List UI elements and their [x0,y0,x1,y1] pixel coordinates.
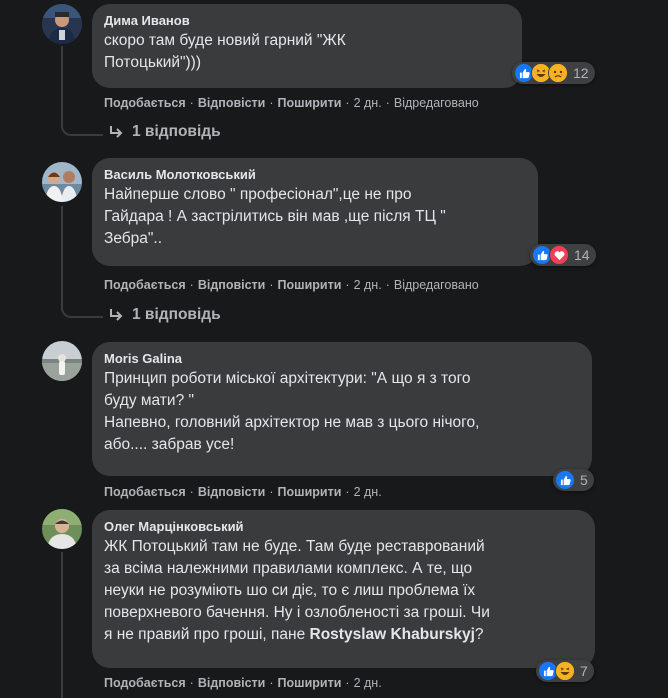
comment-bubble: Олег Марцінковський ЖК Потоцький там не … [92,510,595,668]
thread-elbow [61,304,103,318]
comment-author[interactable]: Василь Молотковський [104,166,526,183]
reply-arrow-icon [110,309,123,321]
comment-line: Принцип роботи міської архітектури: "А щ… [104,370,471,387]
comment-actions: Подобається · Відповісти · Поширити · 2 дн. [104,485,382,499]
reactions-summary[interactable]: 7 [536,660,594,682]
edited-label: Відредаговано [393,278,479,292]
thread-line [61,206,63,304]
comment-bubble: Moris Galina Принцип роботи міської архі… [92,342,592,476]
avatar[interactable] [42,162,82,202]
comment-text: Найперше слово " професіонал",це не про … [104,184,526,250]
comment-line: або.... забрав усе! [104,436,235,453]
comment-actions: Подобається · Відповісти · Поширити · 2 дн. · Ві… [104,96,479,110]
love-reaction-icon [549,245,569,265]
comment-bubble: Дима Иванов скоро там буде новий гарний … [92,4,522,88]
timestamp[interactable]: 2 дн. [354,96,382,110]
comment-text: Принцип роботи міської архітектури: "А щ… [104,368,580,456]
share-link[interactable]: Поширити [278,676,342,690]
replies-count-label: 1 відповідь [132,306,221,323]
comment-line: скоро там буде новий гарний "ЖК [104,32,346,49]
like-reaction-icon [555,470,575,490]
comment-line: буду мати? " [104,392,194,409]
sad-reaction-icon [548,63,568,83]
comment-author[interactable]: Олег Марцінковський [104,518,583,535]
reactions-summary[interactable]: 14 [530,244,596,266]
timestamp[interactable]: 2 дн. [354,485,382,499]
avatar[interactable] [42,4,82,44]
like-link[interactable]: Подобається [104,485,186,499]
comment-line: Найперше слово " професіонал",це не про [104,186,412,203]
comment-author[interactable]: Дима Иванов [104,12,510,29]
timestamp[interactable]: 2 дн. [354,676,382,690]
comment-line: за всіма належними правилами комплекс. А… [104,560,473,577]
comment-line: неуки не розуміють шо си діє, то є лиш п… [104,582,476,599]
reaction-count: 5 [580,472,588,488]
avatar[interactable] [42,341,82,381]
view-replies-button[interactable]: 1 відповідь [108,306,221,324]
comment-line: Зебра".. [104,230,163,247]
comment-actions: Подобається · Відповісти · Поширити · 2 дн. · Ві… [104,278,479,292]
edited-label: Відредаговано [393,96,479,110]
avatar[interactable] [42,509,82,549]
reply-link[interactable]: Відповісти [198,676,266,690]
comment-text: ЖК Потоцький там не буде. Там буде реста… [104,536,583,646]
comment-line: я не правий про гроші, пане Rostyslaw Kh… [104,624,583,646]
comment-actions: Подобається · Відповісти · Поширити · 2 дн. [104,676,382,690]
thread-line [61,552,63,698]
comment-text: скоро там буде новий гарний "ЖК Потоцьки… [104,30,510,74]
thread-line [61,46,63,122]
comment-line: Гайдара ! А застрілитись він мав ,ще піс… [104,208,446,225]
haha-reaction-icon [555,661,575,681]
reply-link[interactable]: Відповісти [198,96,266,110]
view-replies-button[interactable]: 1 відповідь [108,123,221,141]
comment-line-text: я не правий про гроші, пане [104,626,310,643]
like-link[interactable]: Подобається [104,96,186,110]
like-link[interactable]: Подобається [104,676,186,690]
thread-elbow [61,122,103,136]
timestamp[interactable]: 2 дн. [354,278,382,292]
comment-author[interactable]: Moris Galina [104,350,580,367]
reply-arrow-icon [110,126,123,138]
like-link[interactable]: Подобається [104,278,186,292]
reactions-summary[interactable]: 5 [553,469,594,491]
comment-line: ЖК Потоцький там не буде. Там буде реста… [104,538,485,555]
comment-line: Потоцький"))) [104,54,202,71]
reaction-count: 12 [573,65,589,81]
replies-count-label: 1 відповідь [132,123,221,140]
reaction-count: 7 [580,663,588,679]
share-link[interactable]: Поширити [278,278,342,292]
reply-link[interactable]: Відповісти [198,278,266,292]
comment-line: поверхневого бачення. Ну і озлобленості … [104,604,490,621]
reply-link[interactable]: Відповісти [198,485,266,499]
share-link[interactable]: Поширити [278,96,342,110]
comment-bubble: Василь Молотковський Найперше слово " пр… [92,158,538,266]
comment-line-text: ? [474,626,484,643]
share-link[interactable]: Поширити [278,485,342,499]
reaction-count: 14 [574,247,590,263]
mentioned-user-link[interactable]: Rostyslaw Khaburskyj [310,626,475,643]
reactions-summary[interactable]: 12 [512,62,595,84]
comment-line: Напевно, головний архітектор не мав з ць… [104,414,480,431]
